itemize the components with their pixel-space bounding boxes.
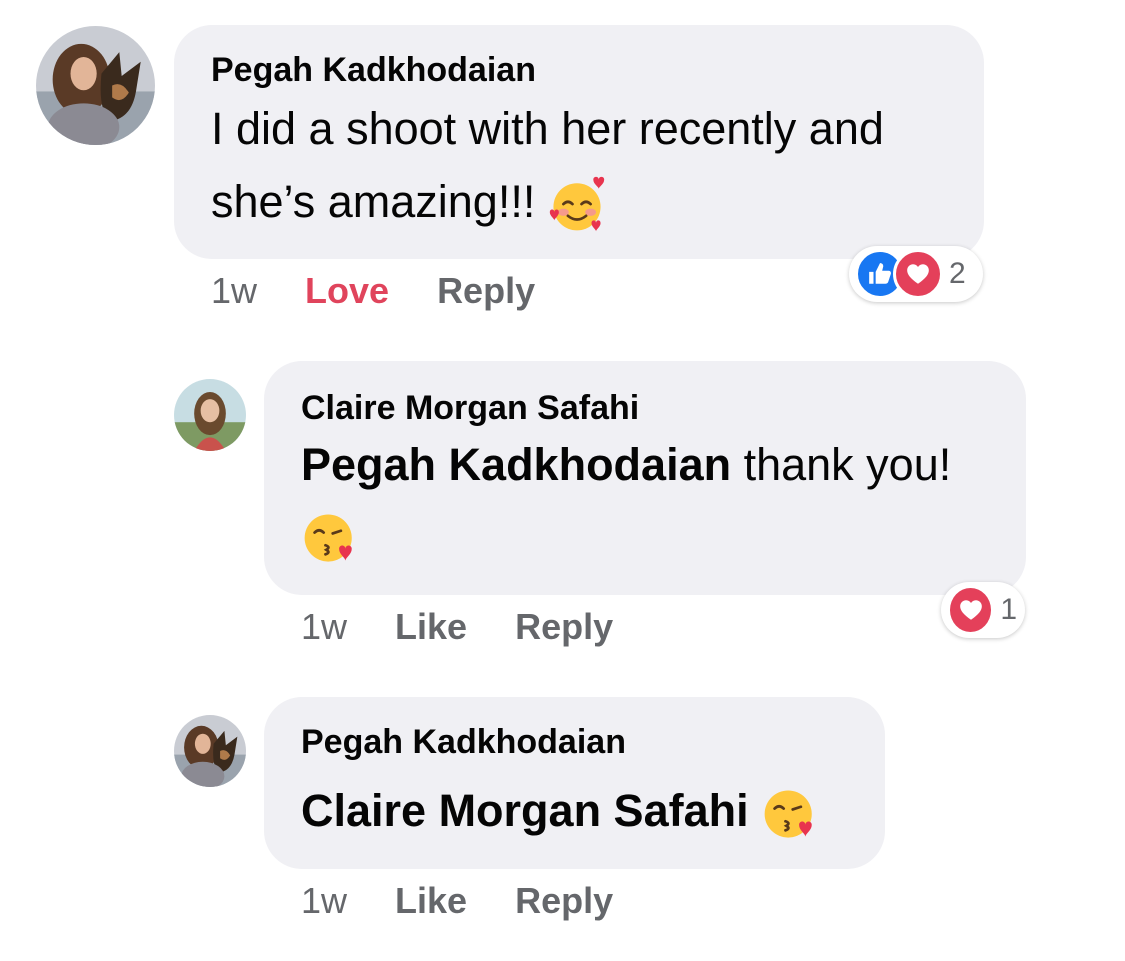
like-button[interactable]: Like — [395, 880, 467, 921]
love-reaction-icon — [947, 585, 995, 635]
comment-bubble: Claire Morgan Safahi Pegah Kadkhodaian t… — [264, 361, 1026, 595]
reaction-count: 1 — [1000, 593, 1017, 626]
reaction-count: 2 — [949, 257, 966, 290]
avatar[interactable] — [36, 26, 155, 145]
comment-timestamp[interactable]: 1w — [301, 606, 347, 647]
comment-timestamp[interactable]: 1w — [301, 880, 347, 921]
reply-button[interactable]: Reply — [437, 270, 535, 311]
comment-bubble: Pegah Kadkhodaian Claire Morgan Safahi — [264, 697, 885, 869]
comment-text: she’s amazing!!! — [211, 176, 606, 234]
comment-text: I did a shoot with her recently and — [211, 103, 884, 155]
reaction-summary[interactable]: 1 — [941, 582, 1025, 638]
comment-text: Pegah Kadkhodaian thank you! — [301, 439, 951, 491]
comment-text-rest: thank you! — [731, 439, 952, 490]
love-button[interactable]: Love — [305, 270, 389, 311]
like-button[interactable]: Like — [395, 606, 467, 647]
mention-link[interactable]: Pegah Kadkhodaian — [301, 439, 731, 490]
comment-actions: 1w Like Reply — [301, 880, 661, 922]
smiling-face-with-hearts-icon — [548, 176, 606, 234]
love-reaction-icon — [893, 249, 943, 299]
comment-text-line2: she’s amazing!!! — [211, 176, 536, 227]
avatar[interactable] — [174, 379, 246, 451]
comment-text-line1: I did a shoot with her recently and — [211, 103, 884, 154]
avatar[interactable] — [174, 715, 246, 787]
comment-bubble: Pegah Kadkhodaian I did a shoot with her… — [174, 25, 984, 259]
reply-button[interactable]: Reply — [515, 880, 613, 921]
reply-button[interactable]: Reply — [515, 606, 613, 647]
face-blowing-a-kiss-icon — [301, 509, 359, 567]
reaction-summary[interactable]: 2 — [849, 246, 983, 302]
comment-author[interactable]: Pegah Kadkhodaian — [301, 723, 626, 762]
profile-photo-woman-outdoors — [174, 379, 246, 451]
face-blowing-a-kiss-icon — [761, 785, 819, 843]
mention-link[interactable]: Claire Morgan Safahi — [301, 785, 749, 836]
comment-actions: 1w Love Reply — [211, 270, 583, 312]
profile-photo-woman-with-dog — [36, 26, 155, 145]
comment-text — [301, 509, 359, 567]
comment-thread: Pegah Kadkhodaian I did a shoot with her… — [0, 0, 1125, 961]
profile-photo-woman-with-dog — [174, 715, 246, 787]
comment-text: Claire Morgan Safahi — [301, 785, 819, 843]
comment-author[interactable]: Claire Morgan Safahi — [301, 389, 639, 428]
comment-actions: 1w Like Reply — [301, 606, 661, 648]
comment-timestamp[interactable]: 1w — [211, 270, 257, 311]
comment-author[interactable]: Pegah Kadkhodaian — [211, 51, 536, 90]
